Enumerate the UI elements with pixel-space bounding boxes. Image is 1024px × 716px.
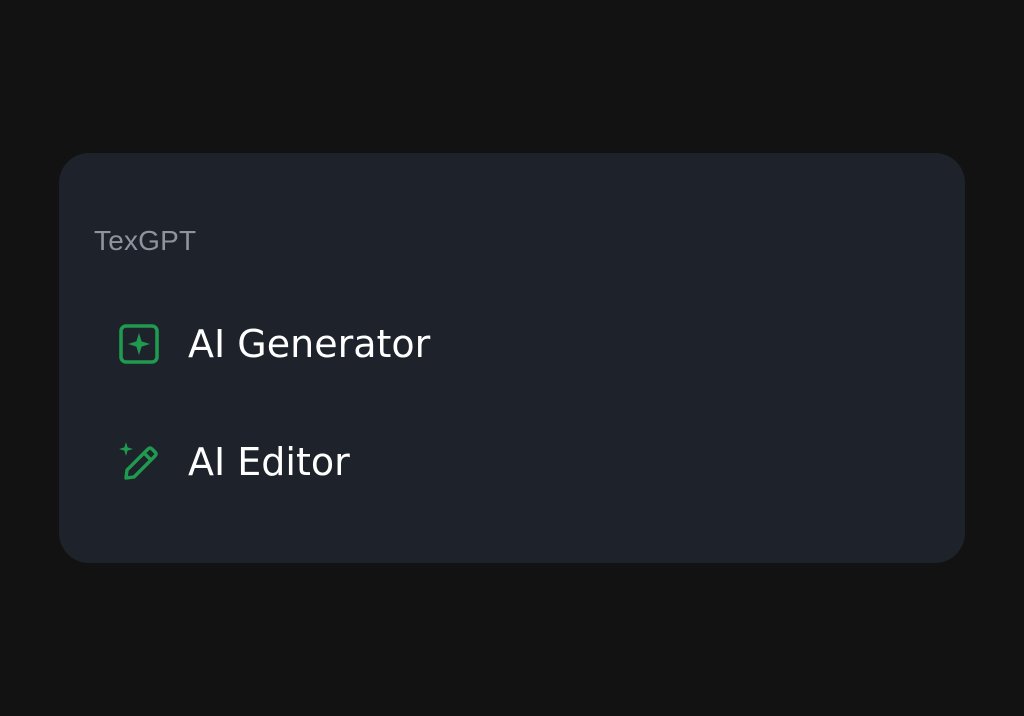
sparkle-square-icon — [117, 322, 161, 366]
section-title: TexGPT — [94, 225, 197, 256]
texgpt-menu: TexGPT AI Generator AI Editor — [59, 153, 965, 563]
ai-generator-label: AI Generator — [188, 322, 431, 366]
menu-item-ai-generator[interactable]: AI Generator — [117, 314, 430, 374]
magic-pencil-icon — [117, 440, 161, 484]
menu-item-ai-editor[interactable]: AI Editor — [117, 432, 350, 492]
ai-editor-label: AI Editor — [188, 440, 350, 484]
